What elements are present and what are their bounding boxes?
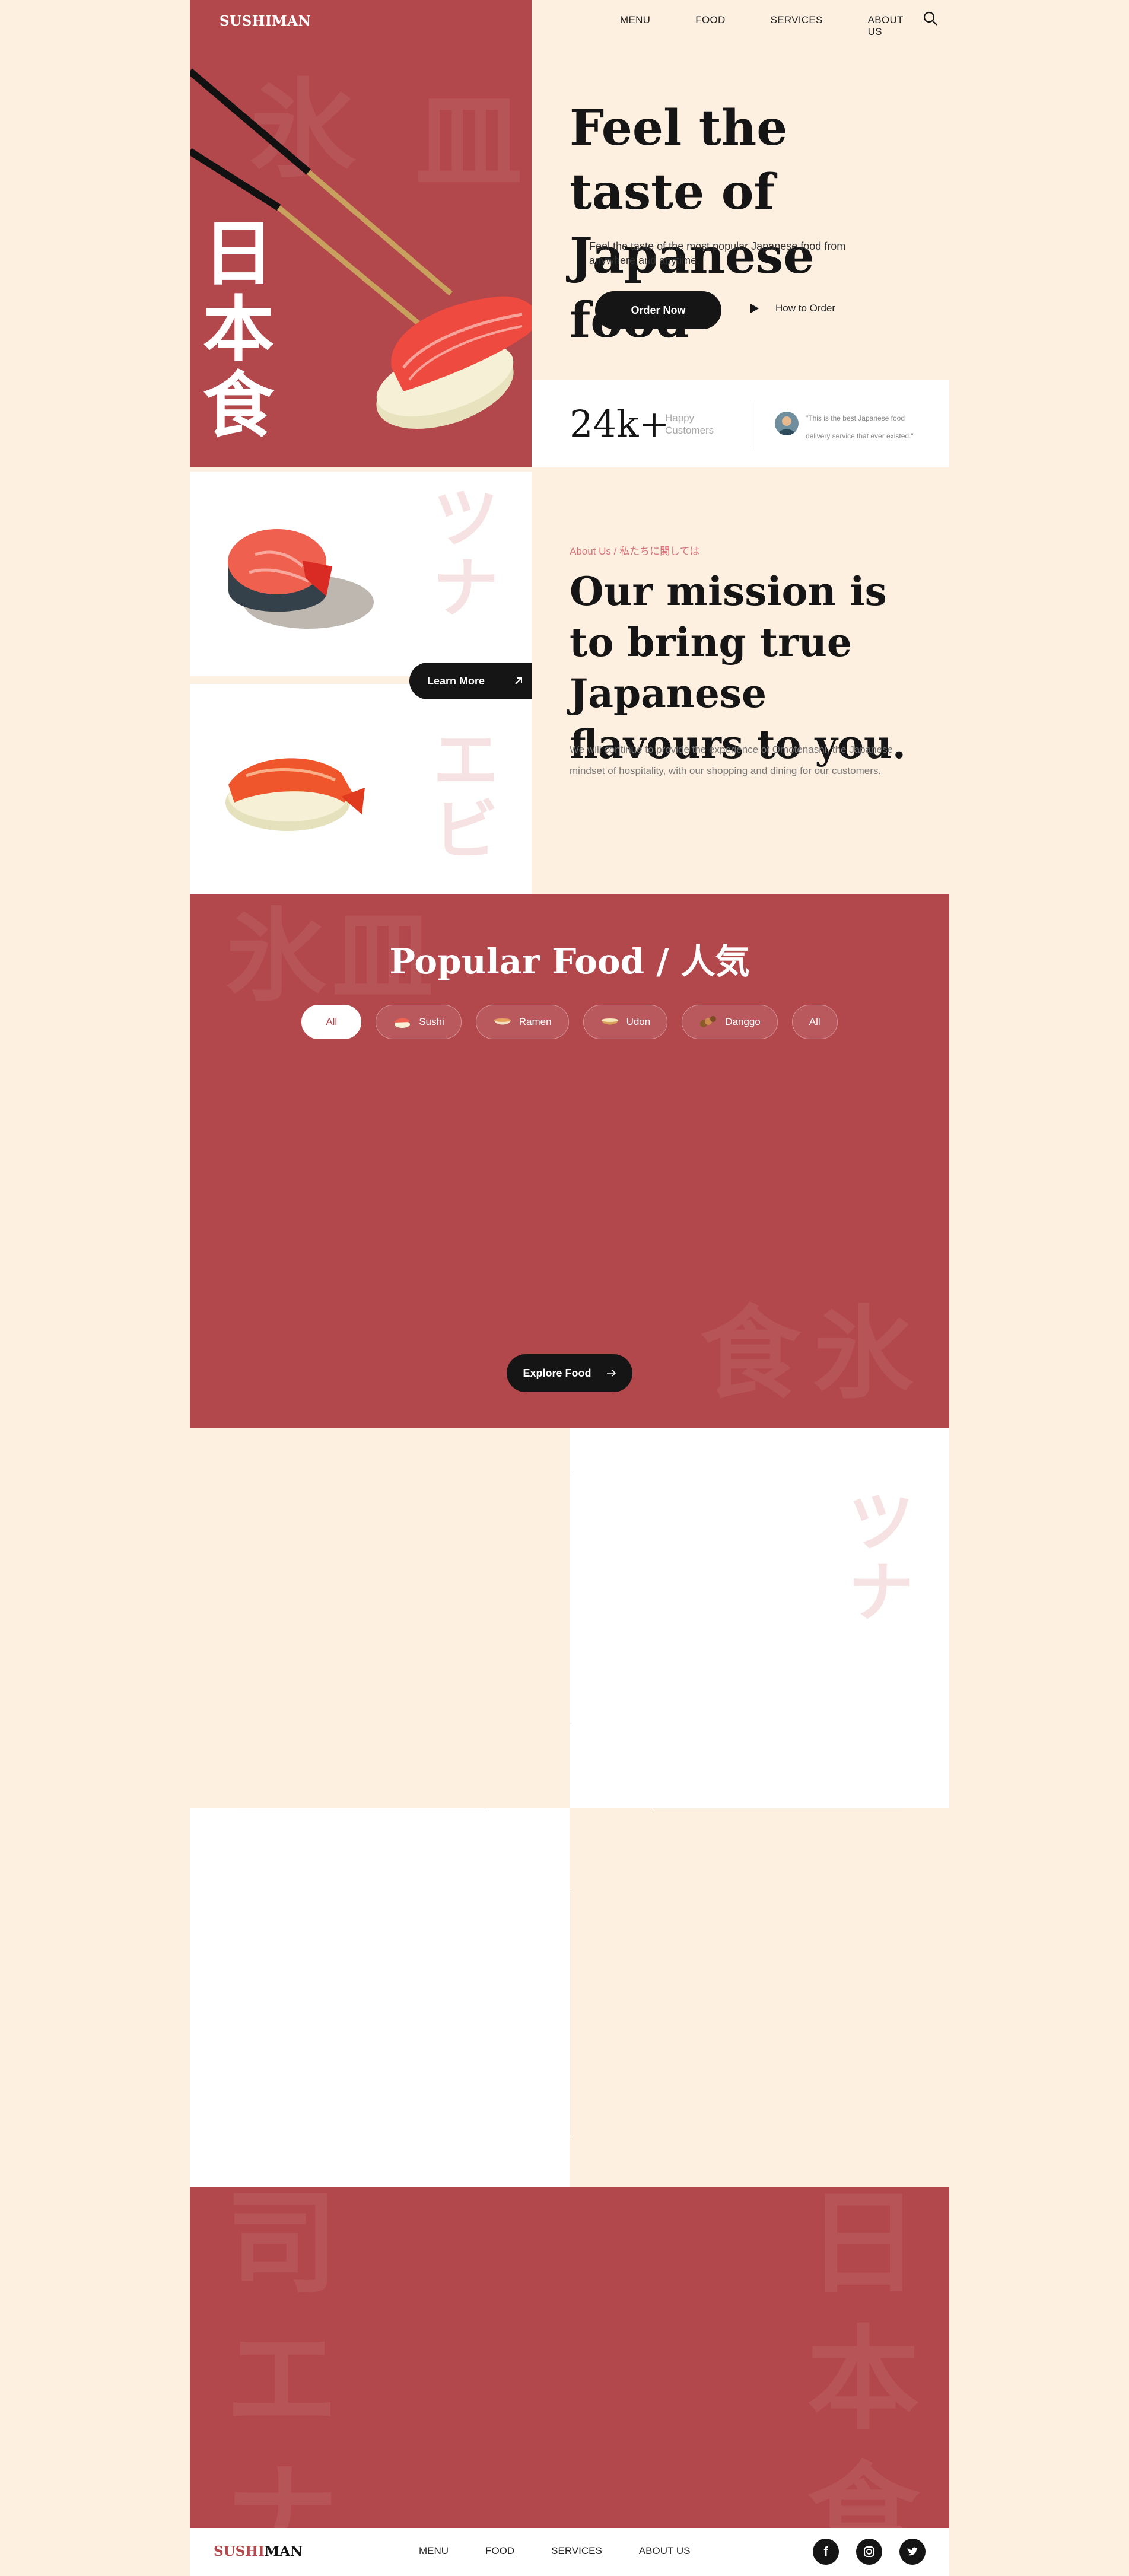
salmon-card: ツナ xyxy=(190,472,532,676)
arrow-right-icon xyxy=(606,1370,616,1377)
tab-label: All xyxy=(326,1016,338,1027)
tab-all-2[interactable]: All xyxy=(791,1005,838,1039)
stats-bar: 24k+ Happy Customers "This is the best J… xyxy=(532,380,949,467)
nav-item-about-us[interactable]: ABOUT US xyxy=(868,14,904,38)
customer-label: Happy Customers xyxy=(665,412,714,436)
tab-ramen[interactable]: Ramen xyxy=(475,1005,569,1039)
twitter-icon[interactable] xyxy=(899,2539,926,2565)
tab-label: Udon xyxy=(626,1016,651,1027)
search-icon[interactable] xyxy=(923,11,938,26)
popular-title: Popular Food / 人気 xyxy=(389,941,750,982)
card-kanji: エビ xyxy=(433,722,498,868)
grid-kanji: ツナ xyxy=(848,1485,914,1631)
danggo-icon xyxy=(700,1016,717,1027)
footer-nav-food[interactable]: FOOD xyxy=(485,2545,514,2557)
play-icon xyxy=(750,304,759,313)
tab-danggo[interactable]: Danggo xyxy=(682,1005,778,1039)
facebook-icon[interactable]: f xyxy=(813,2539,839,2565)
footer-nav: MENU FOOD SERVICES ABOUT US xyxy=(419,2545,727,2557)
popular-food-section: 氷 皿 食 氷 Popular Food / 人気 All Sushi Rame… xyxy=(190,894,949,1428)
decorative-band: 司エナ 日本食 xyxy=(190,2187,949,2528)
card-kanji: ツナ xyxy=(433,480,498,626)
tab-all[interactable]: All xyxy=(301,1005,362,1039)
category-tabs: All Sushi Ramen Udon Danggo All xyxy=(190,1005,949,1039)
tab-sushi[interactable]: Sushi xyxy=(376,1005,462,1039)
tab-label: Sushi xyxy=(419,1016,444,1027)
testimonial-quote: "This is the best Japanese food delivery… xyxy=(806,414,914,440)
footer-logo[interactable]: SUSHIMAN xyxy=(214,2543,303,2559)
background-kanji: 日本食 xyxy=(807,2187,920,2528)
tab-udon[interactable]: Udon xyxy=(583,1005,668,1039)
shrimp-nigiri-illustration xyxy=(225,758,365,831)
footer-nav-services[interactable]: SERVICES xyxy=(551,2545,602,2557)
main-nav: MENU FOOD SERVICES ABOUT US xyxy=(620,14,949,38)
explore-food-label: Explore Food xyxy=(523,1367,591,1379)
footer-logo-part1: SUSHI xyxy=(214,2543,265,2559)
nav-item-menu[interactable]: MENU xyxy=(620,14,650,38)
footer: SUSHIMAN MENU FOOD SERVICES ABOUT US f xyxy=(190,2528,949,2576)
learn-more-button[interactable]: Learn More xyxy=(409,663,532,699)
footer-nav-menu[interactable]: MENU xyxy=(419,2545,449,2557)
grid-cell-3 xyxy=(190,1808,570,2187)
avatar xyxy=(775,412,799,435)
tab-label: All xyxy=(809,1016,820,1027)
explore-food-button[interactable]: Explore Food xyxy=(507,1354,632,1392)
order-now-button[interactable]: Order Now xyxy=(595,291,721,329)
footer-nav-about-us[interactable]: ABOUT US xyxy=(639,2545,691,2557)
sushi-chopsticks-illustration xyxy=(190,68,532,429)
footer-logo-part2: MAN xyxy=(264,2543,303,2559)
ramen-icon xyxy=(494,1018,511,1025)
background-kanji: 司エナ xyxy=(225,2187,339,2528)
learn-more-label: Learn More xyxy=(427,674,485,687)
shrimp-card: エビ xyxy=(190,684,532,894)
background-kanji: 氷 xyxy=(813,1295,914,1413)
grid-cell-1 xyxy=(190,1428,570,1808)
tab-label: Danggo xyxy=(725,1016,761,1027)
customer-count: 24k+ xyxy=(570,402,670,445)
hero-image-panel: 氷 皿 SUSHIMAN 日本食 xyxy=(190,0,532,467)
tab-label: Ramen xyxy=(519,1016,552,1027)
about-kicker: About Us / 私たちに関しては xyxy=(570,546,700,557)
how-to-order-link[interactable]: How to Order xyxy=(750,303,835,314)
salmon-illustration xyxy=(228,529,374,629)
about-text: We will continue to provide the experien… xyxy=(570,744,893,776)
nav-item-food[interactable]: FOOD xyxy=(695,14,725,38)
grid-cell-2: ツナ xyxy=(570,1428,949,1808)
instagram-icon[interactable] xyxy=(856,2539,882,2565)
udon-icon xyxy=(601,1018,618,1025)
nav-item-services[interactable]: SERVICES xyxy=(771,14,823,38)
sushi-icon xyxy=(395,1018,411,1028)
grid-cell-4 xyxy=(570,1808,949,2187)
how-to-order-label: How to Order xyxy=(775,303,836,314)
background-kanji: 食 xyxy=(700,1295,802,1413)
hero-subtitle: Feel the taste of the most popular Japan… xyxy=(589,240,846,266)
arrow-up-right-icon xyxy=(515,677,523,684)
page: 氷 皿 SUSHIMAN 日本食 MENU FOOD SERVICES ABOU… xyxy=(190,0,949,2576)
